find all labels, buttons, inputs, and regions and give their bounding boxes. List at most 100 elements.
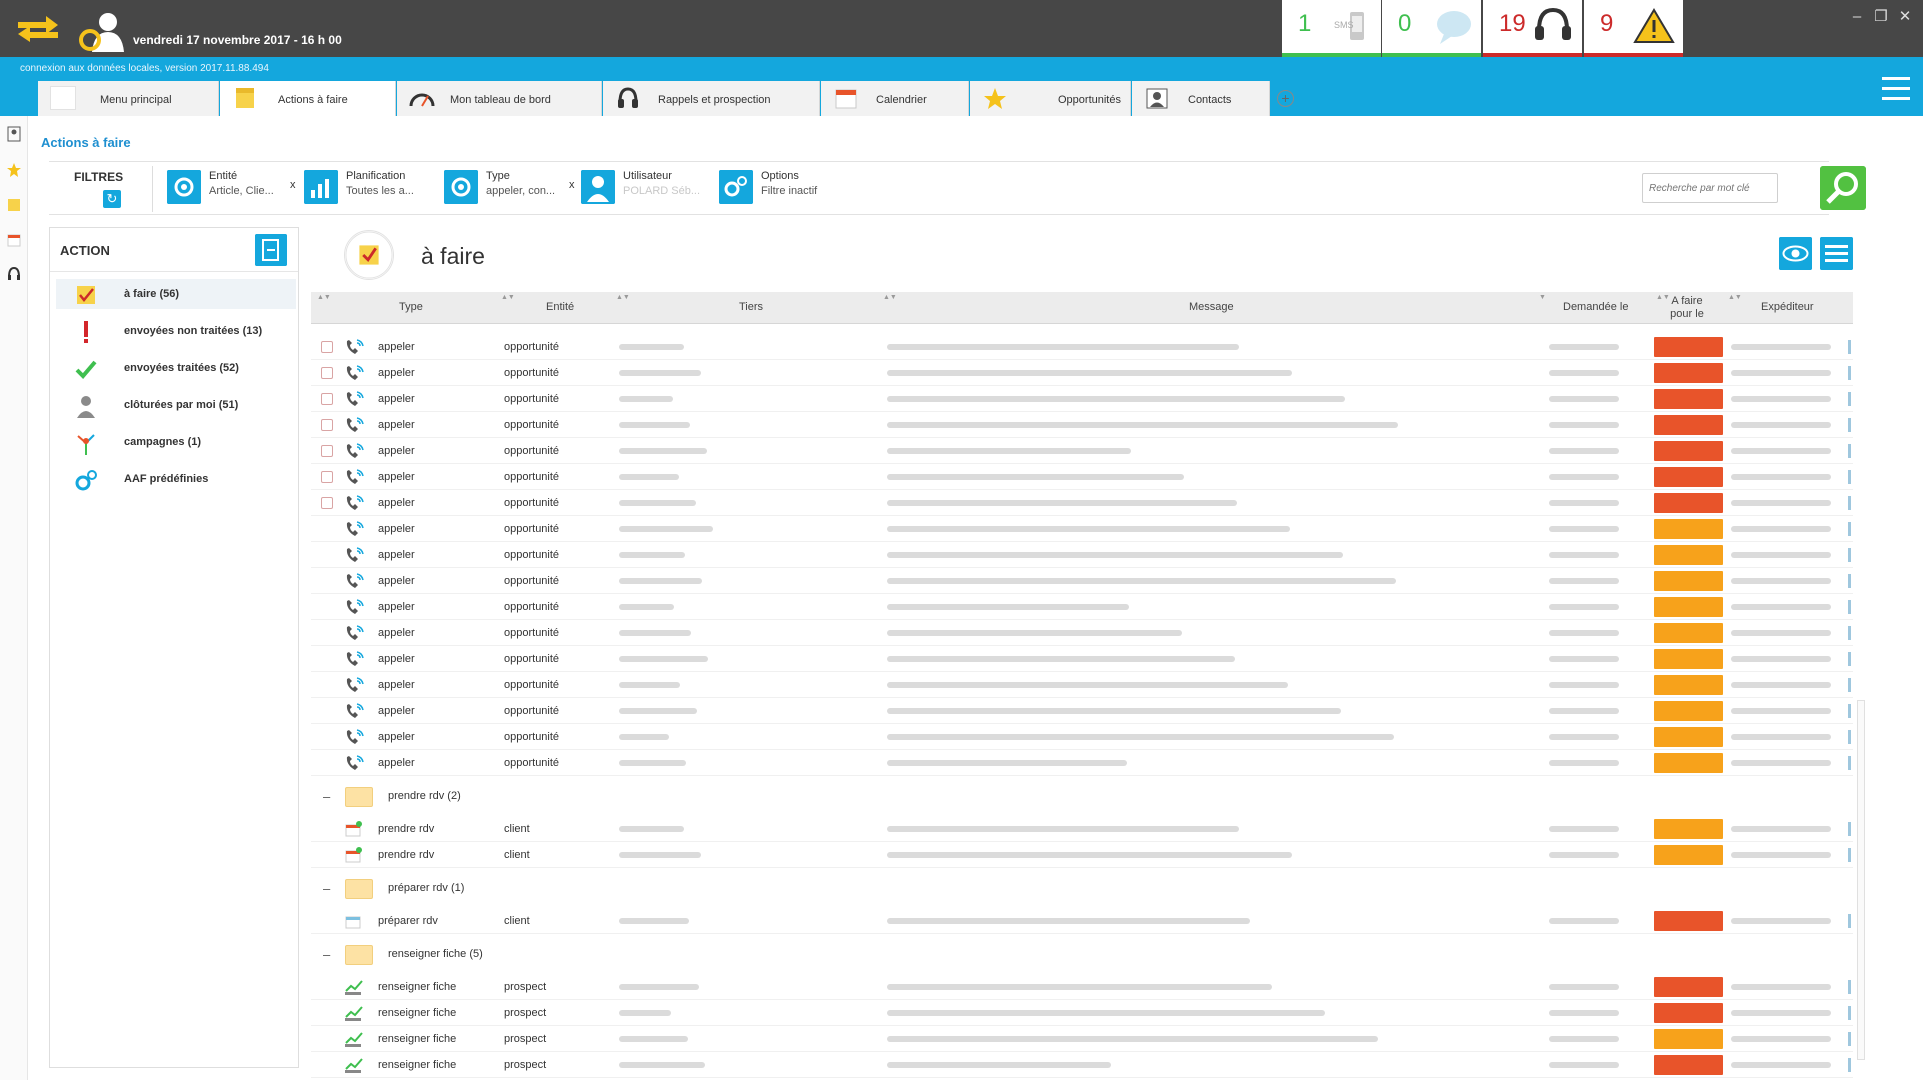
table-row[interactable]: appeler opportunité <box>311 542 1853 568</box>
collapse-toggle-icon[interactable]: – <box>323 947 330 962</box>
unread-marker-icon[interactable] <box>321 419 333 431</box>
star-icon[interactable] <box>6 162 22 178</box>
tab-menu-principal[interactable]: Menu principal <box>38 81 219 116</box>
sort-indicator-icon[interactable]: ▼ <box>1539 294 1546 301</box>
table-row[interactable]: prendre rdv client <box>311 842 1853 868</box>
sort-indicator-icon[interactable]: ▲▼ <box>616 294 630 301</box>
unread-marker-icon[interactable] <box>321 471 333 483</box>
collapse-toggle-icon[interactable]: – <box>323 789 330 804</box>
tab-tableau-de-bord[interactable]: Mon tableau de bord <box>397 81 602 116</box>
maximize-button[interactable]: ❐ <box>1872 8 1890 26</box>
table-row[interactable]: appeler opportunité <box>311 438 1853 464</box>
swap-arrows-icon[interactable] <box>16 14 60 44</box>
group-header[interactable]: – renseigner fiche (5) <box>311 940 1853 969</box>
row-handle[interactable] <box>1848 366 1851 380</box>
row-handle[interactable] <box>1848 1058 1851 1072</box>
table-row[interactable]: préparer rdv client <box>311 908 1853 934</box>
column-entite[interactable]: Entité <box>546 301 574 313</box>
user-sync-icon[interactable] <box>76 10 126 52</box>
counter-messages[interactable]: 0 <box>1382 0 1481 57</box>
close-button[interactable]: ✕ <box>1896 8 1914 26</box>
filter-options[interactable]: Options Filtre inactif <box>719 168 849 208</box>
table-row[interactable]: appeler opportunité <box>311 412 1853 438</box>
table-row[interactable]: prendre rdv client <box>311 816 1853 842</box>
row-handle[interactable] <box>1848 496 1851 510</box>
row-handle[interactable] <box>1848 470 1851 484</box>
tab-contacts[interactable]: Contacts <box>1132 81 1270 116</box>
action-filter-item[interactable]: clôturées par moi (51) <box>56 390 296 420</box>
table-row[interactable]: renseigner fiche prospect <box>311 1052 1853 1078</box>
row-handle[interactable] <box>1848 730 1851 744</box>
table-row[interactable]: appeler opportunité <box>311 620 1853 646</box>
note-icon[interactable] <box>6 197 22 213</box>
table-row[interactable]: appeler opportunité <box>311 646 1853 672</box>
column-expediteur[interactable]: Expéditeur <box>1761 301 1814 313</box>
action-filter-item[interactable]: envoyées non traitées (13) <box>56 316 296 346</box>
calendar-icon[interactable] <box>6 232 22 248</box>
group-header[interactable]: – préparer rdv (1) <box>311 874 1853 903</box>
tab-opportunites[interactable]: Opportunités <box>970 81 1131 116</box>
clear-filter-type-button[interactable]: x <box>569 179 575 219</box>
table-row[interactable]: renseigner fiche prospect <box>311 1026 1853 1052</box>
row-handle[interactable] <box>1848 822 1851 836</box>
table-row[interactable]: appeler opportunité <box>311 750 1853 776</box>
column-tiers[interactable]: Tiers <box>739 301 763 313</box>
action-filter-item[interactable]: AAF prédéfinies <box>56 464 296 494</box>
sort-indicator-icon[interactable]: ▲▼ <box>883 294 897 301</box>
filter-utilisateur[interactable]: Utilisateur POLARD Séb... <box>581 168 711 208</box>
headset-icon[interactable] <box>6 266 22 282</box>
tab-calendrier[interactable]: Calendrier <box>821 81 969 116</box>
clear-filter-entite-button[interactable]: x <box>290 179 296 219</box>
table-row[interactable]: renseigner fiche prospect <box>311 1000 1853 1026</box>
unread-marker-icon[interactable] <box>321 367 333 379</box>
unread-marker-icon[interactable] <box>321 393 333 405</box>
unread-marker-icon[interactable] <box>321 497 333 509</box>
column-a-faire-pour-le[interactable]: A faire pour le <box>1667 295 1707 321</box>
table-row[interactable]: appeler opportunité <box>311 360 1853 386</box>
table-row[interactable]: appeler opportunité <box>311 568 1853 594</box>
filter-planification[interactable]: Planification Toutes les a... <box>304 168 434 208</box>
row-handle[interactable] <box>1848 756 1851 770</box>
table-row[interactable]: appeler opportunité <box>311 724 1853 750</box>
table-row[interactable]: renseigner fiche prospect <box>311 974 1853 1000</box>
search-icon[interactable] <box>1820 166 1866 210</box>
refresh-filters-button[interactable]: ↻ <box>103 190 121 208</box>
row-handle[interactable] <box>1848 1032 1851 1046</box>
column-type[interactable]: Type <box>399 301 423 313</box>
list-menu-icon[interactable] <box>1820 237 1853 270</box>
table-row[interactable]: appeler opportunité <box>311 516 1853 542</box>
row-handle[interactable] <box>1848 652 1851 666</box>
row-handle[interactable] <box>1848 1006 1851 1020</box>
breadcrumb[interactable]: Actions à faire <box>41 135 131 150</box>
row-handle[interactable] <box>1848 340 1851 354</box>
row-handle[interactable] <box>1848 914 1851 928</box>
sort-indicator-icon[interactable]: ▲▼ <box>1728 294 1742 301</box>
table-row[interactable]: appeler opportunité <box>311 594 1853 620</box>
unread-marker-icon[interactable] <box>321 341 333 353</box>
row-handle[interactable] <box>1848 980 1851 994</box>
row-handle[interactable] <box>1848 548 1851 562</box>
row-handle[interactable] <box>1848 418 1851 432</box>
row-handle[interactable] <box>1848 600 1851 614</box>
sort-indicator-icon[interactable]: ▲▼ <box>317 294 331 301</box>
contact-card-icon[interactable] <box>6 126 22 142</box>
table-row[interactable]: appeler opportunité <box>311 490 1853 516</box>
unread-marker-icon[interactable] <box>321 445 333 457</box>
new-action-icon[interactable] <box>255 234 287 266</box>
counter-calls[interactable]: 19 <box>1483 0 1582 57</box>
filter-entite[interactable]: Entité Article, Clie... <box>167 168 297 208</box>
eye-icon[interactable] <box>1779 237 1812 270</box>
tab-rappels-prospection[interactable]: Rappels et prospection <box>603 81 820 116</box>
row-handle[interactable] <box>1848 444 1851 458</box>
keyword-search-input[interactable] <box>1642 173 1778 203</box>
add-tab-button[interactable]: + <box>1277 90 1294 107</box>
row-handle[interactable] <box>1848 704 1851 718</box>
action-filter-item[interactable]: campagnes (1) <box>56 427 296 457</box>
table-row[interactable]: appeler opportunité <box>311 698 1853 724</box>
group-header[interactable]: – prendre rdv (2) <box>311 782 1853 811</box>
table-row[interactable]: appeler opportunité <box>311 386 1853 412</box>
table-row[interactable]: appeler opportunité <box>311 464 1853 490</box>
table-row[interactable]: appeler opportunité <box>311 334 1853 360</box>
minimize-button[interactable]: – <box>1848 8 1866 26</box>
sort-indicator-icon[interactable]: ▲▼ <box>501 294 515 301</box>
